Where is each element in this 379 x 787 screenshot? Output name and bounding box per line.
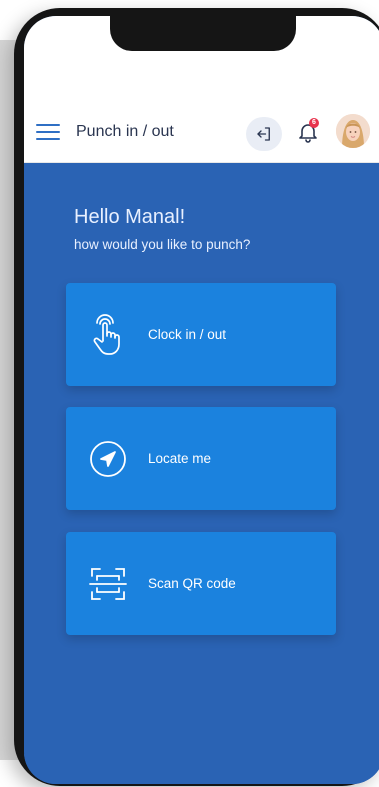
greeting-block: Hello Manal! how would you like to punch…	[74, 206, 250, 252]
qr-scan-icon	[86, 562, 130, 606]
clock-in-out-label: Clock in / out	[148, 327, 227, 342]
page-title: Punch in / out	[76, 123, 174, 140]
logout-button[interactable]	[246, 117, 282, 151]
scan-qr-code-label: Scan QR code	[148, 576, 236, 591]
screen-bottom	[24, 754, 379, 784]
navigation-arrow-icon	[86, 437, 130, 481]
locate-me-button[interactable]: Locate me	[66, 407, 336, 510]
logout-icon	[257, 127, 270, 141]
user-avatar[interactable]	[336, 114, 370, 148]
greeting-hello: Hello Manal!	[74, 206, 186, 228]
locate-me-label: Locate me	[148, 451, 212, 466]
greeting-subtitle: how would you like to punch?	[74, 237, 251, 252]
hamburger-menu-icon[interactable]	[36, 124, 60, 140]
app-bar: Punch in / out 6	[24, 96, 379, 163]
scan-qr-code-button[interactable]: Scan QR code	[66, 532, 336, 635]
app-screen: Punch in / out 6 Hello Manal! how would …	[24, 16, 379, 784]
clock-in-out-button[interactable]: Clock in / out	[66, 283, 336, 386]
phone-notch	[110, 16, 296, 51]
touch-hand-icon	[86, 313, 130, 357]
notification-badge: 6	[309, 118, 319, 128]
